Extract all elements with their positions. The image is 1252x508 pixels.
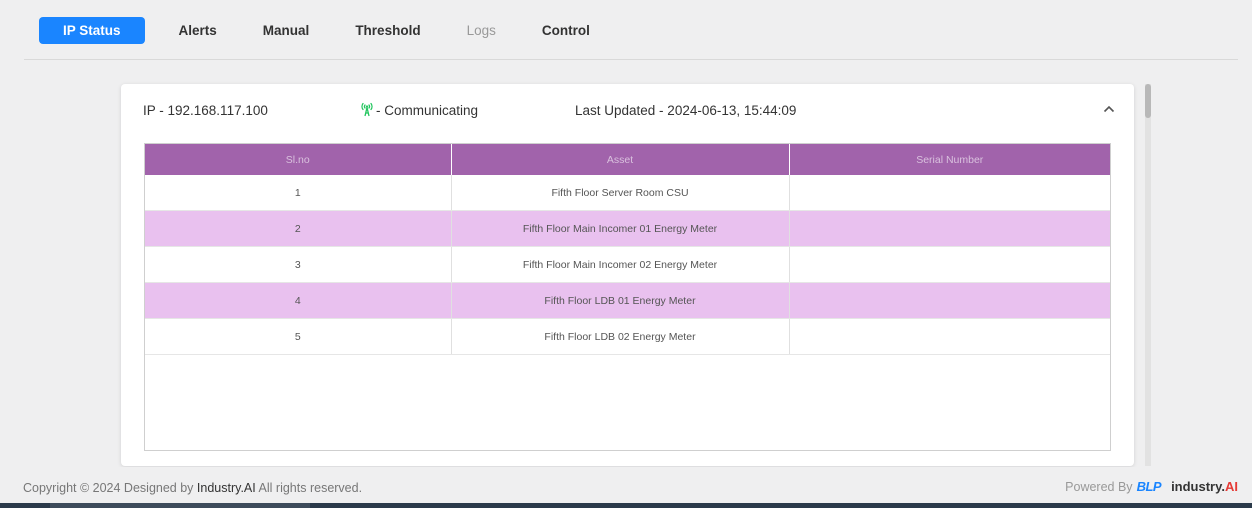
- table-row: 4 Fifth Floor LDB 01 Energy Meter: [145, 282, 1110, 319]
- table-row: 5 Fifth Floor LDB 02 Energy Meter: [145, 318, 1110, 355]
- copyright-prefix: Copyright © 2024 Designed by: [23, 481, 194, 495]
- last-updated: Last Updated - 2024-06-13, 15:44:09: [575, 103, 797, 118]
- table-row: 3 Fifth Floor Main Incomer 02 Energy Met…: [145, 246, 1110, 283]
- industry-logo-text: industry.: [1171, 479, 1225, 494]
- communication-status: - Communicating: [360, 101, 478, 120]
- ai-logo-text: AI: [1225, 479, 1238, 494]
- cell-slno: 5: [145, 318, 452, 355]
- cell-serial: [789, 210, 1110, 247]
- footer: Copyright © 2024 Designed by Industry.AI…: [0, 467, 1252, 503]
- cell-slno: 4: [145, 282, 452, 319]
- asset-table: Sl.no Asset Serial Number 1 Fifth Floor …: [145, 144, 1110, 355]
- ip-status-card: IP - 192.168.117.100 - Communicating Las…: [121, 84, 1134, 466]
- tab-logs[interactable]: Logs: [455, 17, 508, 44]
- taskbar-segment: [50, 503, 310, 508]
- tab-control[interactable]: Control: [530, 17, 602, 44]
- tab-manual[interactable]: Manual: [251, 17, 322, 44]
- tab-alerts[interactable]: Alerts: [167, 17, 229, 44]
- header-asset: Asset: [451, 144, 790, 175]
- table-header-row: Sl.no Asset Serial Number: [145, 144, 1110, 175]
- cell-serial: [789, 282, 1110, 319]
- cell-serial: [789, 318, 1110, 355]
- cell-slno: 1: [145, 175, 452, 211]
- copyright-text: Copyright © 2024 Designed by Industry.AI…: [23, 481, 362, 495]
- cell-asset: Fifth Floor LDB 01 Energy Meter: [451, 282, 790, 319]
- vertical-scrollbar[interactable]: [1145, 84, 1151, 466]
- tab-bar: IP Status Alerts Manual Threshold Logs C…: [39, 17, 624, 44]
- powered-by-label: Powered By: [1065, 479, 1133, 494]
- asset-table-container[interactable]: Sl.no Asset Serial Number 1 Fifth Floor …: [144, 143, 1111, 451]
- cell-asset: Fifth Floor LDB 02 Energy Meter: [451, 318, 790, 355]
- signal-tower-icon: [360, 101, 376, 120]
- cell-slno: 3: [145, 246, 452, 283]
- copyright-suffix: All rights reserved.: [258, 481, 363, 495]
- header-slno: Sl.no: [145, 144, 452, 175]
- header-serial-number: Serial Number: [789, 144, 1110, 175]
- chevron-up-icon[interactable]: [1100, 100, 1118, 118]
- tab-ip-status[interactable]: IP Status: [39, 17, 145, 44]
- taskbar-strip: [0, 503, 1252, 508]
- cell-asset: Fifth Floor Main Incomer 01 Energy Meter: [451, 210, 790, 247]
- table-row: 2 Fifth Floor Main Incomer 01 Energy Met…: [145, 210, 1110, 247]
- cell-serial: [789, 246, 1110, 283]
- industry-ai-logo: industry.AI: [1171, 479, 1238, 494]
- status-text: - Communicating: [376, 103, 479, 118]
- scrollbar-thumb[interactable]: [1145, 84, 1151, 118]
- brand-link[interactable]: Industry.AI: [197, 481, 256, 495]
- cell-asset: Fifth Floor Server Room CSU: [451, 175, 790, 211]
- table-row: 1 Fifth Floor Server Room CSU: [145, 175, 1110, 211]
- card-header[interactable]: IP - 192.168.117.100 - Communicating Las…: [121, 84, 1134, 142]
- powered-by: Powered By BLP industry.AI: [1065, 479, 1238, 494]
- blp-logo: BLP: [1136, 479, 1162, 494]
- cell-asset: Fifth Floor Main Incomer 02 Energy Meter: [451, 246, 790, 283]
- tab-divider: [24, 59, 1238, 60]
- ip-address: IP - 192.168.117.100: [143, 103, 268, 118]
- tab-threshold[interactable]: Threshold: [343, 17, 432, 44]
- cell-serial: [789, 175, 1110, 211]
- cell-slno: 2: [145, 210, 452, 247]
